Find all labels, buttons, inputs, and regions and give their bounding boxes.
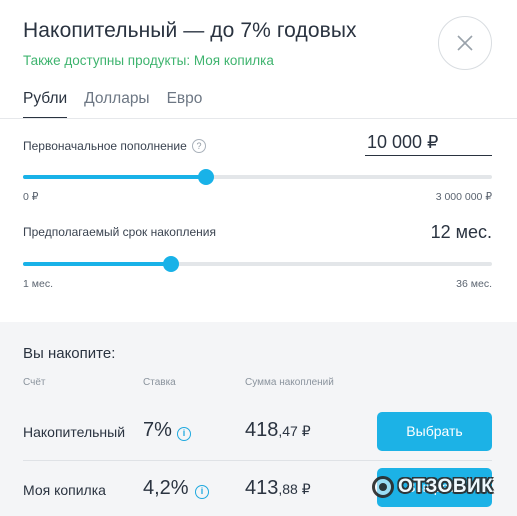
- product-name: Моя копилка: [23, 482, 106, 498]
- info-circle-icon[interactable]: i: [177, 427, 191, 441]
- question-circle-icon[interactable]: ?: [192, 139, 206, 153]
- result-row: Моя копилка 4,2% i 413,88 ₽ Выбрать: [0, 462, 517, 516]
- results-title: Вы накопите:: [23, 345, 116, 362]
- choose-button[interactable]: Выбрать: [377, 468, 492, 507]
- column-header-sum: Сумма накоплений: [245, 377, 334, 388]
- close-button[interactable]: [438, 16, 492, 70]
- deposit-slider-fill: [23, 175, 206, 179]
- term-max-label: 36 мес.: [456, 278, 492, 290]
- product-sum: 418,47 ₽: [245, 419, 311, 442]
- result-row: Накопительный 7% i 418,47 ₽ Выбрать: [0, 404, 517, 460]
- page-title: Накопительный — до 7% годовых: [23, 19, 357, 42]
- close-icon: [457, 35, 473, 51]
- tabs-divider: [0, 118, 517, 119]
- product-rate: 4,2%: [143, 477, 189, 499]
- deposit-slider[interactable]: [23, 169, 492, 185]
- currency-tabs: Рубли Доллары Евро: [23, 89, 219, 119]
- term-slider[interactable]: [23, 256, 492, 272]
- tab-euro[interactable]: Евро: [167, 89, 203, 119]
- tab-rubles[interactable]: Рубли: [23, 89, 68, 119]
- column-header-rate: Ставка: [143, 377, 176, 388]
- deposit-slider-handle[interactable]: [197, 169, 214, 185]
- info-circle-icon[interactable]: i: [195, 485, 209, 499]
- term-min-label: 1 мес.: [23, 278, 53, 290]
- results-panel: Вы накопите: Счёт Ставка Сумма накоплени…: [0, 322, 517, 516]
- product-name: Накопительный: [23, 424, 126, 440]
- product-sum: 413,88 ₽: [245, 477, 311, 500]
- available-products-link[interactable]: Также доступны продукты: Моя копилка: [23, 53, 274, 68]
- sum-kopecks: ,47 ₽: [278, 423, 311, 439]
- sum-rubles: 413: [245, 477, 279, 499]
- term-slider-handle[interactable]: [162, 256, 179, 272]
- term-label: Предполагаемый срок накопления: [23, 225, 216, 239]
- sum-kopecks: ,88 ₽: [278, 481, 311, 497]
- tab-dollars[interactable]: Доллары: [84, 89, 149, 119]
- choose-button[interactable]: Выбрать: [377, 412, 492, 451]
- product-rate: 7%: [143, 419, 172, 441]
- deposit-label: Первоначальное пополнение: [23, 139, 187, 153]
- row-divider: [23, 460, 492, 461]
- term-value: 12 мес.: [430, 222, 492, 242]
- column-header-account: Счёт: [23, 377, 46, 388]
- deposit-amount-input[interactable]: 10 000 ₽: [365, 132, 492, 156]
- deposit-min-label: 0 ₽: [23, 191, 39, 203]
- deposit-max-label: 3 000 000 ₽: [435, 191, 492, 203]
- term-slider-fill: [23, 262, 171, 266]
- sum-rubles: 418: [245, 419, 279, 441]
